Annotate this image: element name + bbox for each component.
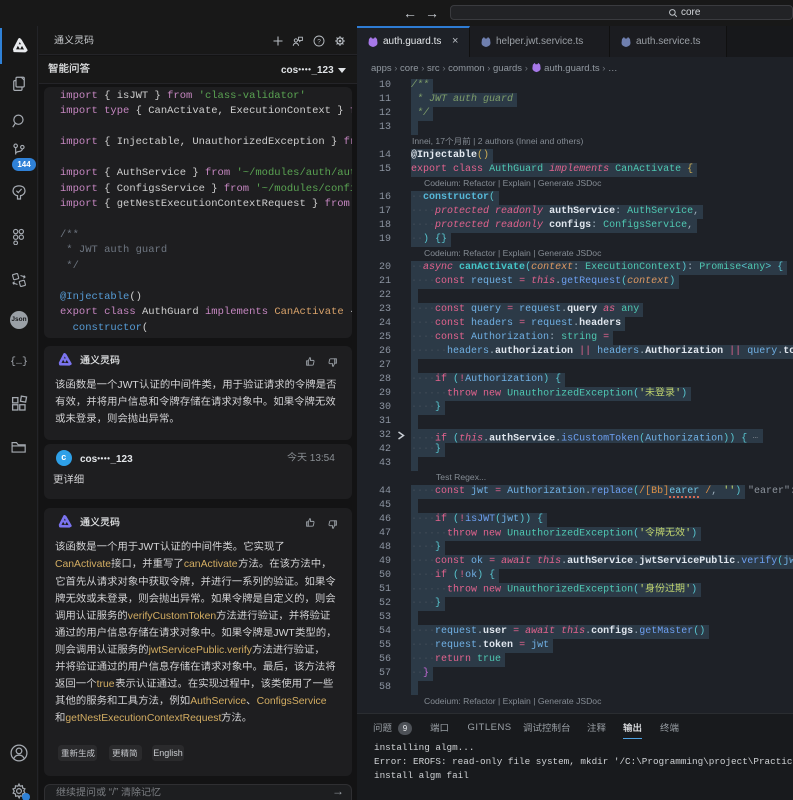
svg-text:?: ?	[317, 38, 321, 45]
